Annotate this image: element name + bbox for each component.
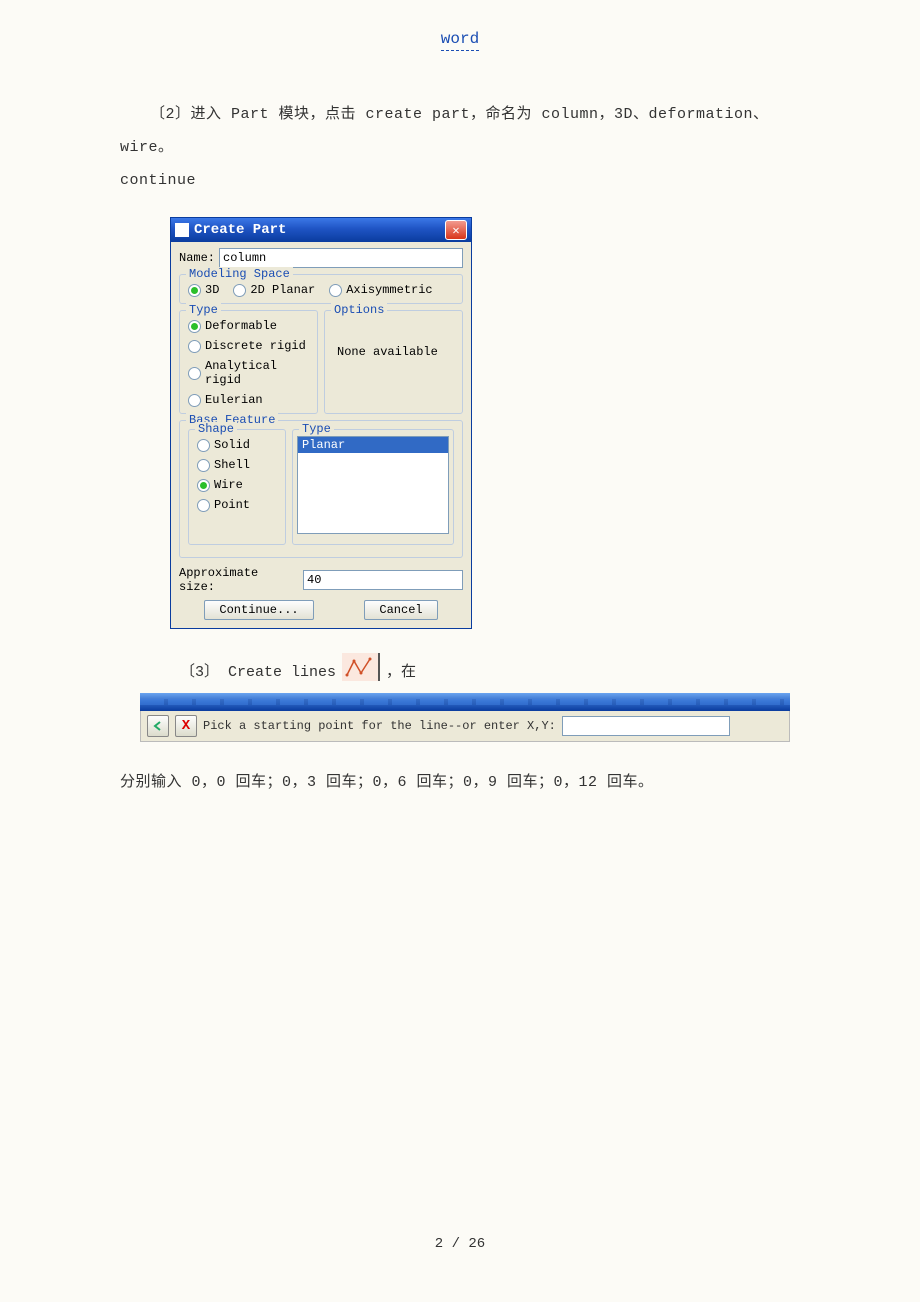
shape-title: Shape	[195, 422, 237, 436]
para3-prefix: 〔3〕 Create lines	[180, 660, 336, 681]
dialog-buttons: Continue... Cancel	[179, 600, 463, 620]
para2-line1: 〔2〕进入 Part 模块，点击 create part，命名为 column，…	[120, 98, 800, 164]
radio-deformable[interactable]: Deformable	[188, 319, 309, 333]
back-button[interactable]	[147, 715, 169, 737]
radio-wire[interactable]: Wire	[197, 478, 277, 492]
para2-line2: continue	[120, 164, 800, 197]
radio-axisymmetric[interactable]: Axisymmetric	[329, 283, 432, 297]
options-text: None available	[333, 319, 454, 385]
radio-icon	[188, 367, 201, 380]
name-row: Name:	[179, 248, 463, 268]
modeling-space-group: Modeling Space 3D 2D Planar Axisymmetric	[179, 274, 463, 304]
options-group: Options None available	[324, 310, 463, 414]
radio-solid[interactable]: Solid	[197, 438, 277, 452]
radio-icon	[188, 394, 201, 407]
radio-discrete-rigid[interactable]: Discrete rigid	[188, 339, 309, 353]
body-paragraph-3: 〔3〕 Create lines ，在	[0, 653, 920, 681]
radio-label: Wire	[214, 478, 243, 492]
radio-point[interactable]: Point	[197, 498, 277, 512]
close-button[interactable]: ✕	[445, 220, 467, 240]
bf-type-group: Type Planar	[292, 429, 454, 545]
approx-input[interactable]	[303, 570, 463, 590]
radio-label: Shell	[214, 458, 250, 472]
radio-label: Solid	[214, 438, 250, 452]
dialog-title: Create Part	[194, 222, 445, 238]
modeling-space-title: Modeling Space	[186, 267, 293, 281]
radio-label: Analytical rigid	[205, 359, 309, 387]
radio-icon	[197, 499, 210, 512]
radio-label: 2D Planar	[250, 283, 315, 297]
bf-type-title: Type	[299, 422, 334, 436]
base-feature-group: Base Feature Shape Solid Shell	[179, 420, 463, 558]
name-input[interactable]	[219, 248, 463, 268]
para4-text: 分别输入 0，0 回车；0，3 回车；0，6 回车；0，9 回车；0，12 回车…	[120, 766, 800, 799]
arrow-left-icon	[151, 719, 165, 733]
radio-label: Point	[214, 498, 250, 512]
cancel-button[interactable]: Cancel	[364, 600, 437, 620]
radio-icon	[197, 439, 210, 452]
xy-input[interactable]	[562, 716, 730, 736]
list-item-planar[interactable]: Planar	[298, 437, 448, 453]
type-group: Type Deformable Discrete rigid Analyt	[179, 310, 318, 414]
para3-suffix: ，在	[386, 660, 416, 681]
shape-group: Shape Solid Shell	[188, 429, 286, 545]
type-listbox[interactable]: Planar	[297, 436, 449, 534]
radio-2d-planar[interactable]: 2D Planar	[233, 283, 315, 297]
type-options-row: Type Deformable Discrete rigid Analyt	[179, 310, 463, 420]
radio-analytical-rigid[interactable]: Analytical rigid	[188, 359, 309, 387]
options-title: Options	[331, 303, 387, 317]
approx-label: Approximate size:	[179, 566, 299, 594]
header-link-text: word	[441, 30, 479, 51]
close-icon: ✕	[452, 223, 459, 238]
radio-label: Discrete rigid	[205, 339, 306, 353]
approx-size-row: Approximate size:	[179, 566, 463, 594]
create-lines-icon	[342, 653, 380, 681]
radio-label: Eulerian	[205, 393, 263, 407]
radio-3d[interactable]: 3D	[188, 283, 219, 297]
x-icon: X	[182, 718, 190, 734]
radio-icon	[233, 284, 246, 297]
radio-icon	[188, 320, 201, 333]
page-number: 2 / 26	[0, 1236, 920, 1252]
radio-label: Deformable	[205, 319, 277, 333]
dialog-titlebar: Create Part ✕	[171, 218, 471, 242]
continue-button[interactable]: Continue...	[204, 600, 313, 620]
radio-shell[interactable]: Shell	[197, 458, 277, 472]
radio-icon	[188, 284, 201, 297]
body-paragraph-2: 〔2〕进入 Part 模块，点击 create part，命名为 column，…	[0, 98, 920, 197]
dialog-body: Name: Modeling Space 3D 2D Planar	[171, 242, 471, 628]
app-icon	[175, 223, 189, 237]
status-area: X Pick a starting point for the line--or…	[140, 693, 790, 742]
cancel-x-button[interactable]: X	[175, 715, 197, 737]
header-link[interactable]: word	[0, 30, 920, 48]
radio-icon	[329, 284, 342, 297]
radio-icon	[197, 459, 210, 472]
prompt-text: Pick a starting point for the line--or e…	[203, 719, 556, 733]
radio-label: Axisymmetric	[346, 283, 432, 297]
radio-label: 3D	[205, 283, 219, 297]
status-gradient-bar	[140, 693, 790, 711]
name-label: Name:	[179, 251, 215, 265]
document-page: word 〔2〕进入 Part 模块，点击 create part，命名为 co…	[0, 0, 920, 1302]
radio-icon	[188, 340, 201, 353]
type-title: Type	[186, 303, 221, 317]
radio-icon	[197, 479, 210, 492]
create-part-dialog: Create Part ✕ Name: Modeling Space 3D	[170, 217, 472, 629]
prompt-row: X Pick a starting point for the line--or…	[140, 711, 790, 742]
radio-eulerian[interactable]: Eulerian	[188, 393, 309, 407]
body-paragraph-4: 分别输入 0，0 回车；0，3 回车；0，6 回车；0，9 回车；0，12 回车…	[0, 766, 920, 799]
